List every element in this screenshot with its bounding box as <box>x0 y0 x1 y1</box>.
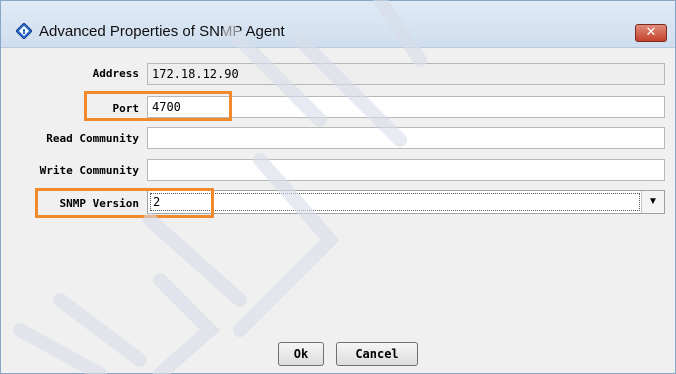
close-button[interactable]: ✕ <box>635 24 667 42</box>
snmp-version-value: 2 <box>150 193 640 211</box>
read-community-label: Read Community <box>46 132 139 145</box>
chevron-down-icon[interactable]: ▼ <box>641 191 664 213</box>
dialog-window: Advanced Properties of SNMP Agent ✕ Addr… <box>0 0 676 374</box>
snmp-version-label: SNMP Version <box>59 197 139 210</box>
snmp-version-select[interactable]: 2 ▼ <box>147 190 665 214</box>
address-field: 172.18.12.90 <box>147 63 665 85</box>
ok-button[interactable]: Ok <box>278 342 324 366</box>
close-icon: ✕ <box>645 25 657 40</box>
read-community-input[interactable] <box>147 127 665 149</box>
port-label: Port <box>112 102 140 115</box>
write-community-label: Write Community <box>39 164 139 177</box>
port-input[interactable]: 4700 <box>147 96 665 118</box>
window-title: Advanced Properties of SNMP Agent <box>39 23 285 40</box>
cancel-button[interactable]: Cancel <box>336 342 418 366</box>
address-label: Address <box>92 67 139 80</box>
title-bar[interactable]: Advanced Properties of SNMP Agent ✕ <box>1 1 675 48</box>
write-community-input[interactable] <box>147 159 665 181</box>
diamond-info-icon <box>16 23 32 39</box>
